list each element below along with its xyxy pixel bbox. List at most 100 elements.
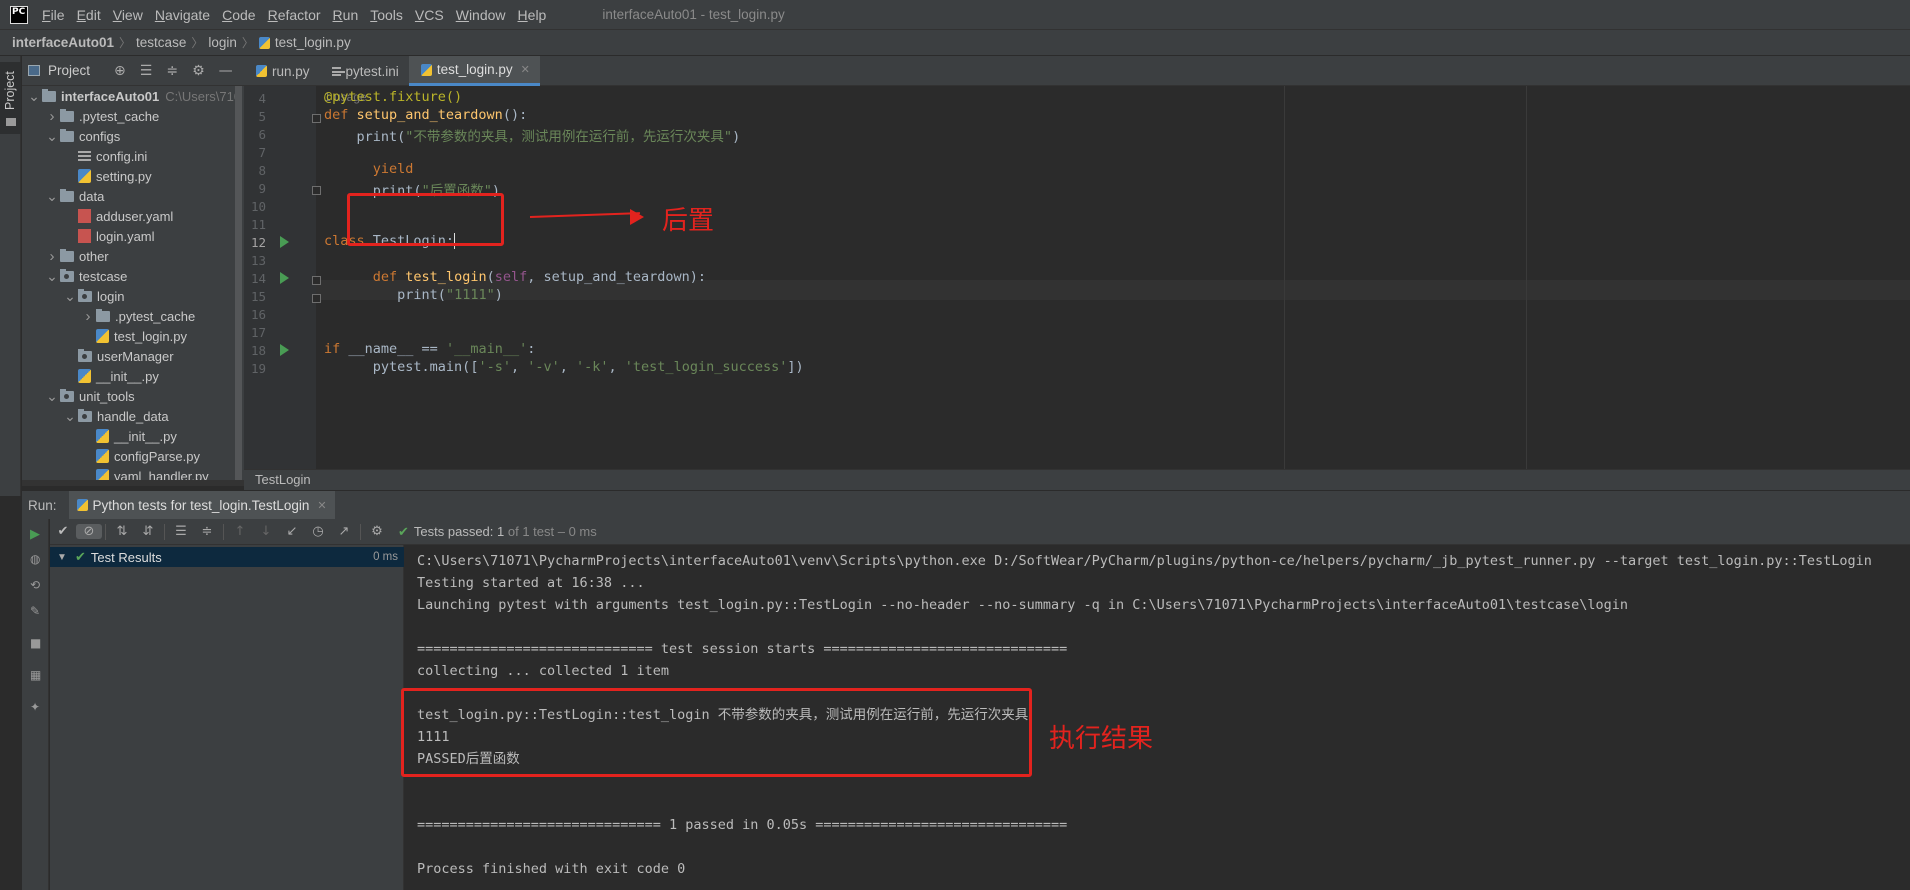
project-tree-item[interactable]: setting.py [22, 166, 244, 186]
project-scrollbar[interactable] [235, 86, 242, 486]
project-tree-item[interactable]: ⌄ interfaceAuto01 C:\Users\710 [22, 86, 244, 106]
check-icon: ✔ [398, 523, 409, 539]
tab-run-py[interactable]: run.py [244, 56, 320, 86]
chevron-down-icon[interactable]: ⌄ [44, 268, 60, 285]
toggle-auto-test-icon[interactable]: ⟲ [30, 579, 42, 591]
project-tree-item[interactable]: __init__.py [22, 426, 244, 446]
menu-run[interactable]: Run [333, 7, 359, 23]
wrench-icon[interactable]: ✎ [30, 605, 42, 617]
project-view-selector[interactable]: Project [28, 63, 90, 78]
sort-alphabetically-icon[interactable]: ⇅ [109, 524, 135, 539]
menu-edit[interactable]: Edit [77, 7, 101, 23]
menu-refactor[interactable]: Refactor [268, 7, 321, 23]
close-icon[interactable]: ✕ [317, 499, 326, 512]
chevron-right-icon[interactable]: › [44, 108, 60, 125]
chevron-down-icon[interactable]: ⌄ [44, 128, 60, 145]
project-tree-item[interactable]: ⌄ login [22, 286, 244, 306]
project-tree-item[interactable]: ⌄ testcase [22, 266, 244, 286]
chevron-down-icon[interactable]: ⌄ [26, 88, 42, 105]
collapse-all-icon[interactable]: ≑ [166, 63, 178, 79]
show-ignored-icon[interactable]: ⊘ [76, 524, 102, 539]
sort-by-duration-icon[interactable]: ⇵ [135, 524, 161, 539]
menu-window[interactable]: Window [456, 7, 506, 23]
run-gutter-icon[interactable] [280, 344, 289, 356]
menu-tools[interactable]: Tools [370, 7, 403, 23]
folder-icon [60, 268, 74, 282]
function-name-token: setup_and_teardown [356, 107, 503, 123]
layout-icon[interactable]: ▦ [30, 669, 42, 681]
project-tree-item[interactable]: ⌄ handle_data [22, 406, 244, 426]
next-failed-icon[interactable]: ↓ [253, 524, 279, 539]
fold-icon[interactable] [312, 294, 321, 303]
chevron-down-icon[interactable]: ⌄ [44, 188, 60, 205]
import-tests-icon[interactable]: ↙ [279, 524, 305, 539]
fold-icon[interactable] [312, 276, 321, 285]
pin-icon[interactable]: ✦ [30, 701, 42, 713]
project-tree-item[interactable]: test_login.py [22, 326, 244, 346]
test-results-row[interactable]: ▼ ✔ Test Results 0 ms [50, 547, 404, 567]
project-tree-item[interactable]: ⌄ configs [22, 126, 244, 146]
fold-icon[interactable] [312, 186, 321, 195]
run-gutter-icon[interactable] [280, 236, 289, 248]
menu-navigate[interactable]: Navigate [155, 7, 210, 23]
code-line-8: yield [324, 161, 414, 177]
breadcrumb-project[interactable]: interfaceAuto01 [12, 35, 114, 50]
yaml-file-icon [78, 229, 91, 243]
menu-code[interactable]: Code [222, 7, 255, 23]
project-tree-item[interactable]: userManager [22, 346, 244, 366]
breadcrumb-login[interactable]: login [208, 35, 237, 50]
project-tree-item[interactable]: config.ini [22, 146, 244, 166]
show-passed-icon[interactable]: ✔ [50, 524, 76, 539]
history-icon[interactable]: ◷ [305, 524, 331, 539]
menu-file[interactable]: File [42, 7, 65, 23]
code-token: pytest.main([ [372, 359, 479, 375]
chevron-down-icon[interactable]: ⌄ [62, 288, 78, 305]
gear-icon[interactable]: ⚙ [192, 63, 205, 79]
rerun-failed-icon[interactable]: ◍ [30, 553, 42, 565]
project-tree-item[interactable]: adduser.yaml [22, 206, 244, 226]
project-tree-item[interactable]: __init__.py [22, 366, 244, 386]
close-icon[interactable]: ✕ [521, 63, 530, 76]
menu-view[interactable]: View [113, 7, 143, 23]
expand-all-icon[interactable]: ☰ [140, 63, 153, 79]
project-tree-item[interactable]: login.yaml [22, 226, 244, 246]
menu-help[interactable]: Help [518, 7, 547, 23]
line-number: 16 [250, 307, 266, 322]
project-tree-item[interactable]: › .pytest_cache [22, 306, 244, 326]
editor-structure-breadcrumb[interactable]: TestLogin [244, 469, 1910, 490]
project-tree-item[interactable]: ⌄ data [22, 186, 244, 206]
run-config-tab[interactable]: Python tests for test_login.TestLogin ✕ [68, 490, 335, 520]
breadcrumb-file[interactable]: test_login.py [275, 35, 351, 50]
chevron-down-icon[interactable]: ⌄ [62, 408, 78, 425]
python-file-icon [420, 63, 432, 76]
project-tree-item[interactable]: ⌄ unit_tools [22, 386, 244, 406]
run-gutter-icon[interactable] [280, 272, 289, 284]
status-detail: of 1 test – 0 ms [507, 523, 597, 539]
project-tool-tab[interactable]: Project [0, 62, 21, 134]
chevron-down-icon[interactable]: ▼ [54, 552, 70, 563]
gear-icon[interactable]: ⚙ [364, 524, 390, 539]
project-tree-item[interactable]: configParse.py [22, 446, 244, 466]
locate-icon[interactable]: ⊕ [114, 63, 126, 79]
run-config-tab-label: Python tests for test_login.TestLogin [92, 497, 310, 513]
rerun-icon[interactable]: ▶ [30, 528, 42, 541]
hide-icon[interactable]: — [219, 63, 233, 79]
project-tree-item[interactable]: › .pytest_cache [22, 106, 244, 126]
previous-failed-icon[interactable]: ↑ [227, 524, 253, 539]
chevron-right-icon[interactable]: › [44, 248, 60, 265]
export-icon[interactable]: ↗ [331, 524, 357, 539]
tab-pytest-ini[interactable]: pytest.ini [320, 56, 409, 86]
menu-vcs[interactable]: VCS [415, 7, 444, 23]
collapse-all-icon[interactable]: ≑ [194, 524, 220, 539]
breadcrumb-testcase[interactable]: testcase [136, 35, 186, 50]
stop-icon[interactable]: ■ [30, 637, 42, 649]
folder-icon [60, 108, 74, 122]
project-tree-item[interactable]: › other [22, 246, 244, 266]
code-editor[interactable]: 1 usage 4 5 6 7 8 9 10 11 12 13 14 15 16… [244, 86, 1910, 469]
project-horizontal-scrollbar[interactable] [22, 480, 244, 486]
expand-all-icon[interactable]: ☰ [168, 524, 194, 539]
tab-test-login-py[interactable]: test_login.py ✕ [408, 56, 540, 86]
chevron-down-icon[interactable]: ⌄ [44, 388, 60, 405]
chevron-right-icon[interactable]: › [80, 308, 96, 325]
fold-icon[interactable] [312, 114, 321, 123]
